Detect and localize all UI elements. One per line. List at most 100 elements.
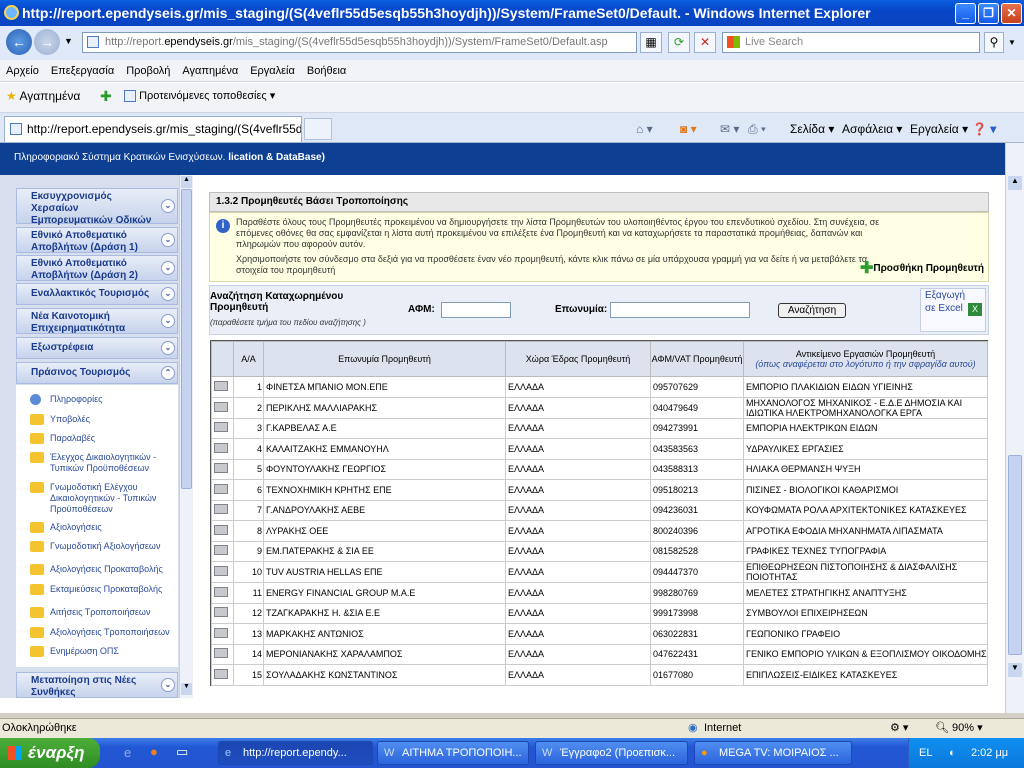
sidebar-scroll-thumb[interactable] (181, 189, 192, 489)
menu-edit[interactable]: Επεξεργασία (45, 60, 120, 82)
tools-menu[interactable]: Εργαλεία ▾ (910, 121, 968, 137)
sidebar-section-extroversion[interactable]: Εξωστρέφεια ⌄ (16, 337, 178, 359)
menu-help[interactable]: Βοήθεια (301, 60, 352, 82)
table-row[interactable]: 5 ΦΟΥΝΤΟΥΛΑΚΗΣ ΓΕΩΡΓΙΟΣ ΕΛΛΑΔΑ 043588313 ΗΛΙ… (211, 458, 988, 480)
start-button[interactable]: έναρξη (0, 738, 100, 768)
sidebar-item-mod-requests[interactable]: Αιτήσεις Τροποποιήσεων (30, 607, 180, 618)
new-tab-button[interactable] (304, 118, 332, 140)
tray-icon[interactable]: ◐ (949, 738, 956, 768)
table-row[interactable]: 14 ΜΕΡΟΝΙΑΝΑΚΗΣ ΧΑΡΑΛΑΜΠΟΣ ΕΛΛΑΔΑ 047622431… (211, 643, 988, 665)
afm-input[interactable] (441, 302, 511, 318)
refresh-icon[interactable]: ⟳ (668, 32, 690, 53)
home-icon[interactable]: ⌂ ▾ (636, 121, 653, 137)
print-icon[interactable]: ⎙ ▾ (748, 121, 766, 137)
sidebar-section-waste-1[interactable]: Εθνικό Αποθεματικό Αποβλήτων (Δράση 1) ⌄ (16, 227, 178, 253)
safety-menu[interactable]: Ασφάλεια ▾ (842, 121, 902, 137)
mail-icon[interactable]: ✉ ▾ (720, 121, 739, 137)
back-button[interactable]: ← (6, 29, 32, 55)
sidebar-section-processing[interactable]: Μεταποίηση στις Νέες Συνθήκες ⌄ (16, 672, 178, 698)
main-scrollbar[interactable]: ▲ ▼ (1005, 143, 1024, 713)
select-row-icon[interactable] (214, 401, 228, 412)
taskbar-button-firefox[interactable]: ● MEGA TV: ΜΟΙΡΑΙΟΣ ... (694, 741, 852, 765)
table-row[interactable]: 13 ΜΑΡΚΑΚΗΣ ΑΝΤΩΝΙΟΣ ΕΛΛΑΔΑ 063022831 ΓΕΩΠΟΝ… (211, 623, 988, 645)
sidebar-section-freight[interactable]: Εκσυγχρονισμός Χερσαίων Εμπορευματικών Ο… (16, 188, 178, 238)
table-row[interactable]: 15 ΣΟΥΛΑΔΑΚΗΣ ΚΩΝΣΤΑΝΤΙΝΟΣ ΕΛΛΑΔΑ 01677080 Ε… (211, 664, 988, 686)
menu-view[interactable]: Προβολή (120, 60, 176, 82)
table-row[interactable]: 3 Γ.ΚΑΡΒΕΛΑΣ Α.Ε ΕΛΛΑΔΑ 094273991 ΕΜΠΟΡΙΑ ΗΛ… (211, 417, 988, 439)
table-row[interactable]: 6 ΤΕΧΝΟΧΗΜΙΚΗ ΚΡΗΤΗΣ ΕΠΕ ΕΛΛΑΔΑ 095180213 ΠΙ… (211, 479, 988, 501)
forward-button[interactable]: → (34, 29, 60, 55)
table-row[interactable]: 9 ΕΜ.ΠΑΤΕΡΑΚΗΣ & ΣΙΑ ΕΕ ΕΛΛΑΔΑ 081582528 ΓΡΑ… (211, 540, 988, 562)
scroll-up-icon[interactable]: ▲ (181, 176, 192, 188)
add-favorite-icon[interactable]: ✚ (100, 88, 112, 105)
sidebar-item-info[interactable]: Πληροφορίες (30, 394, 180, 405)
select-row-icon[interactable] (214, 545, 228, 556)
sidebar-item-evaluations-opinion[interactable]: Γνωμοδοτική Αξιολογήσεων (30, 541, 180, 552)
stop-icon[interactable]: ✕ (694, 32, 716, 53)
name-input[interactable] (610, 302, 750, 318)
sidebar-item-advance-disb[interactable]: Εκταμιεύσεις Προκαταβολής (30, 584, 180, 595)
add-supplier-link[interactable]: ✚Προσθήκη Προμηθευτή (860, 261, 984, 277)
select-row-icon[interactable] (214, 504, 228, 515)
scroll-down-icon[interactable]: ▼ (181, 683, 192, 695)
favorites-button[interactable]: ★ Αγαπημένα (6, 89, 80, 103)
ie-quicklaunch-icon[interactable]: e (124, 745, 131, 760)
explorer-quicklaunch-icon[interactable]: ▭ (176, 744, 188, 760)
page-menu[interactable]: Σελίδα ▾ (790, 121, 834, 137)
export-excel-link[interactable]: Εξαγωγή σε Excel X (920, 288, 986, 332)
menu-file[interactable]: Αρχείο (0, 60, 45, 82)
taskbar-button-word2[interactable]: W Έγγραφο2 (Προεπισκ... (535, 741, 688, 765)
sidebar-item-receipts[interactable]: Παραλαβές (30, 433, 180, 444)
suggested-sites-button[interactable]: Προτεινόμενες τοποθεσίες ▾ (124, 89, 275, 103)
select-row-icon[interactable] (214, 607, 228, 618)
sidebar-item-advance-eval[interactable]: Αξιολογήσεις Προκαταβολής (30, 564, 180, 575)
sidebar-section-innovation[interactable]: Νέα Καινοτομική Επιχειρηματικότητα ⌄ (16, 308, 178, 334)
select-row-icon[interactable] (214, 627, 228, 638)
select-row-icon[interactable] (214, 648, 228, 659)
main-scroll-thumb[interactable] (1008, 455, 1022, 655)
sidebar-section-alt-tourism[interactable]: Εναλλακτικός Τουρισμός ⌄ (16, 283, 178, 305)
select-row-icon[interactable] (214, 463, 228, 474)
sidebar-scrollbar[interactable]: ▲ ▼ (179, 175, 193, 698)
sidebar-item-doc-check-opinion[interactable]: Γνωμοδοτική Ελέγχου Δικαιολογητικών - Τυ… (30, 482, 180, 515)
menu-favorites[interactable]: Αγαπημένα (176, 60, 244, 82)
sidebar-item-mod-evals[interactable]: Αξιολογήσεις Τροποποιήσεων (30, 627, 180, 638)
search-input[interactable]: Live Search (722, 32, 980, 53)
table-row[interactable]: 2 ΠΕΡΙΚΛΗΣ ΜΑΛΛΙΑΡΑΚΗΣ ΕΛΛΑΔΑ 040479649 ΜΗΧΑ… (211, 396, 988, 419)
tab-active[interactable]: http://report.ependyseis.gr/mis_staging/… (4, 116, 302, 142)
maximize-button[interactable]: ❐ (978, 3, 999, 24)
language-indicator[interactable]: EL (919, 738, 932, 768)
sidebar-section-waste-2[interactable]: Εθνικό Αποθεματικό Αποβλήτων (Δράση 2) ⌄ (16, 255, 178, 281)
firefox-quicklaunch-icon[interactable]: ● (150, 744, 158, 759)
sidebar-item-doc-check[interactable]: Έλεγχος Δικαιολογητικών - Τυπικών Προϋπο… (30, 452, 180, 474)
sidebar-item-ops-update[interactable]: Ενημέρωση ΟΠΣ (30, 646, 180, 657)
menu-tools[interactable]: Εργαλεία (244, 60, 301, 82)
table-row[interactable]: 12 ΤΖΑΓΚΑΡΑΚΗΣ Η. &ΣΙΑ Ε.Ε ΕΛΛΑΔΑ 999173998… (211, 602, 988, 624)
search-submit-button[interactable]: Αναζήτηση (778, 303, 846, 318)
select-row-icon[interactable] (214, 668, 228, 679)
protected-mode-icon[interactable]: ⚙ ▾ (890, 719, 908, 738)
select-row-icon[interactable] (214, 566, 228, 576)
table-row[interactable]: 10 TUV AUSTRIA HELLAS ΕΠΕ ΕΛΛΑΔΑ 094447370 Ε… (211, 561, 988, 583)
minimize-button[interactable]: _ (955, 3, 976, 24)
close-button[interactable]: ✕ (1001, 3, 1022, 24)
scroll-up-icon[interactable]: ▲ (1008, 176, 1022, 190)
select-row-icon[interactable] (214, 524, 228, 535)
select-row-icon[interactable] (214, 422, 228, 433)
address-input[interactable]: http://report.ependyseis.gr/mis_staging/… (82, 32, 637, 53)
select-row-icon[interactable] (214, 586, 228, 597)
table-row[interactable]: 11 ENERGY FINANCIAL GROUP M.A.E ΕΛΛΑΔΑ 9982… (211, 582, 988, 604)
search-button[interactable]: ⚲ (984, 32, 1004, 53)
sidebar-item-submissions[interactable]: Υποβολές (30, 414, 180, 425)
taskbar-button-ie[interactable]: e http://report.ependy... (218, 741, 373, 765)
feeds-icon[interactable]: ◙ ▾ (680, 121, 697, 137)
sidebar-section-green-tourism[interactable]: Πράσινος Τουρισμός ⌃ (16, 362, 178, 384)
history-dropdown-icon[interactable]: ▼ (64, 36, 73, 46)
scroll-down-icon[interactable]: ▼ (1008, 663, 1022, 677)
table-row[interactable]: 1 ΦΙΝΕΤΣΑ ΜΠΑΝΙΟ ΜΟΝ.ΕΠΕ ΕΛΛΑΔΑ 095707629 ΕΜ… (211, 376, 988, 398)
taskbar-button-word1[interactable]: W ΑΙΤΗΜΑ ΤΡΟΠΟΠΟΙΗ... (377, 741, 529, 765)
sidebar-item-evaluations[interactable]: Αξιολογήσεις (30, 522, 180, 533)
select-row-icon[interactable] (214, 380, 228, 391)
help-icon[interactable]: ❓ ▾ (972, 121, 996, 137)
compat-view-icon[interactable]: ▦ (640, 32, 662, 53)
